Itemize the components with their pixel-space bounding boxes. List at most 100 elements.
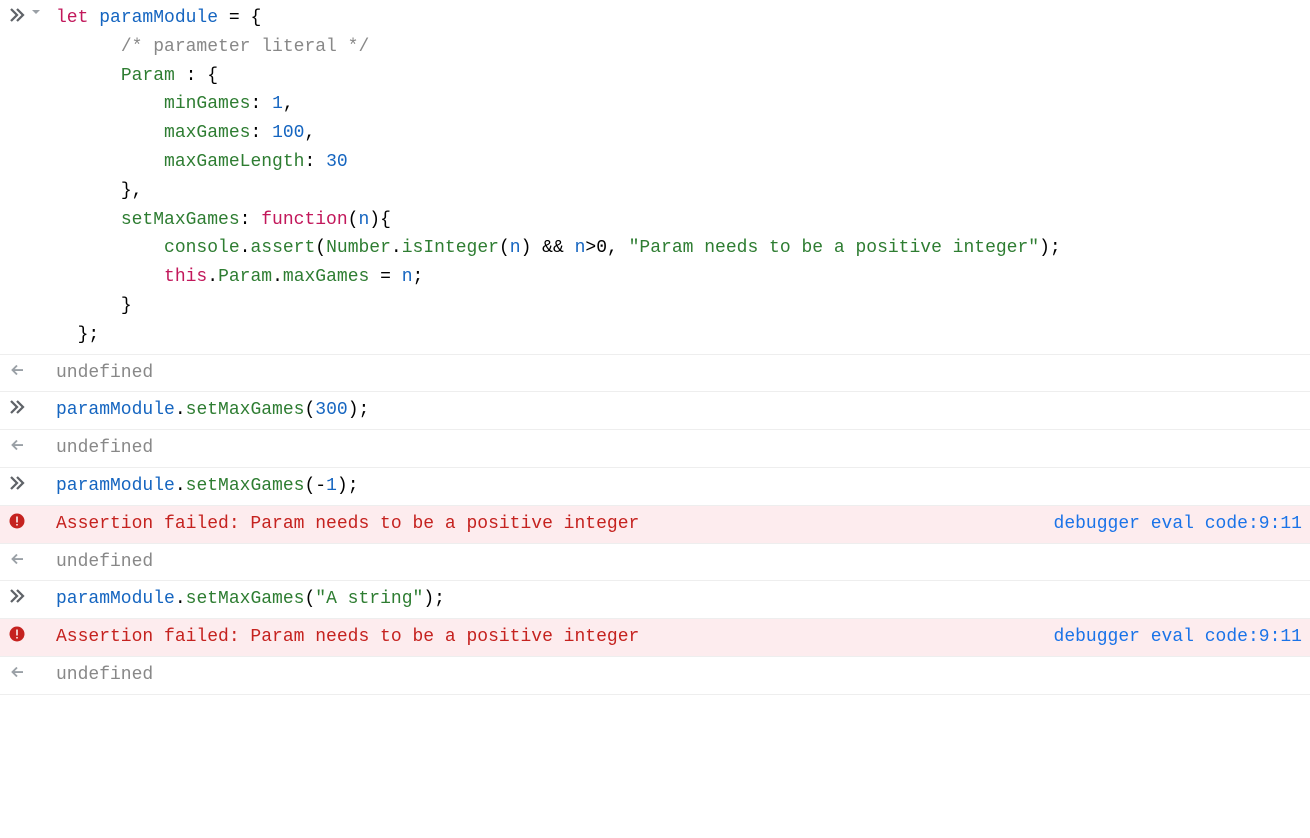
punct: : — [250, 94, 272, 114]
code-input[interactable]: let paramModule = { /* parameter literal… — [56, 4, 1302, 350]
keyword-this: this — [164, 267, 207, 287]
gutter — [8, 472, 56, 492]
console-input-row[interactable]: paramModule.setMaxGames("A string"); — [0, 581, 1310, 619]
console-input-row[interactable]: let paramModule = { /* parameter literal… — [0, 0, 1310, 355]
punct: ); — [348, 400, 370, 420]
punct: }, — [121, 181, 143, 201]
num-30: 30 — [326, 152, 348, 172]
punct: ( — [315, 238, 326, 258]
collapse-toggle-icon[interactable] — [30, 6, 42, 18]
prop-maxGameLength: maxGameLength — [164, 152, 304, 172]
console-input-row[interactable]: paramModule.setMaxGames(-1); — [0, 468, 1310, 506]
error-message: Assertion failed: Param needs to be a po… — [56, 623, 1038, 652]
punct: ( — [499, 238, 510, 258]
punct: . — [175, 476, 186, 496]
prop-param: Param — [218, 267, 272, 287]
return-arrow-icon — [8, 550, 26, 568]
var-n: n — [402, 267, 413, 287]
var-n: n — [575, 238, 586, 258]
punct: ); — [423, 589, 445, 609]
method-setMaxGames: setMaxGames — [186, 476, 305, 496]
input-prompt-icon — [8, 587, 26, 605]
gutter — [8, 623, 56, 643]
method-setMaxGames: setMaxGames — [186, 400, 305, 420]
type-number: Number — [326, 238, 391, 258]
punct: . — [207, 267, 218, 287]
return-arrow-icon — [8, 361, 26, 379]
punct: , — [304, 123, 315, 143]
source-link[interactable]: debugger eval code:9:11 — [1038, 510, 1302, 539]
code-input[interactable]: paramModule.setMaxGames(-1); — [56, 472, 1302, 501]
prop-param: Param — [121, 66, 175, 86]
return-arrow-icon — [8, 663, 26, 681]
source-link[interactable]: debugger eval code:9:11 — [1038, 623, 1302, 652]
source-file: debugger eval code — [1054, 627, 1248, 647]
op-gt0: >0 — [585, 238, 607, 258]
num-100: 100 — [272, 123, 304, 143]
num-arg: 300 — [315, 400, 347, 420]
method-isInteger: isInteger — [402, 238, 499, 258]
gutter — [8, 359, 56, 379]
obj-console: console — [164, 238, 240, 258]
source-loc: 9:11 — [1259, 514, 1302, 534]
punct: ){ — [369, 210, 391, 230]
string-literal: "Param needs to be a positive integer" — [629, 238, 1039, 258]
console-output-row: undefined — [0, 657, 1310, 695]
gutter — [8, 4, 56, 24]
str-arg: "A string" — [315, 589, 423, 609]
keyword-let: let — [56, 8, 88, 28]
punct: ( — [348, 210, 359, 230]
prop-minGames: minGames — [164, 94, 250, 114]
gutter — [8, 585, 56, 605]
punct: , — [607, 238, 629, 258]
prop-maxGames: maxGames — [164, 123, 250, 143]
punct: ( — [304, 400, 315, 420]
param-n: n — [358, 210, 369, 230]
var-n: n — [510, 238, 521, 258]
punct: : { — [175, 66, 218, 86]
punct: ( — [304, 476, 315, 496]
var-paramModule: paramModule — [56, 400, 175, 420]
console-output-row: undefined — [0, 544, 1310, 582]
input-prompt-icon — [8, 474, 26, 492]
console-panel: let paramModule = { /* parameter literal… — [0, 0, 1310, 695]
output-value: undefined — [56, 359, 1302, 388]
op-assign: = — [369, 267, 401, 287]
punct: , — [283, 94, 294, 114]
console-output-row: undefined — [0, 355, 1310, 393]
punct: . — [175, 400, 186, 420]
method-setMaxGames: setMaxGames — [186, 589, 305, 609]
gutter — [8, 510, 56, 530]
punct: ); — [1039, 238, 1061, 258]
punct: : — [240, 210, 262, 230]
punct: : — [304, 152, 326, 172]
error-message: Assertion failed: Param needs to be a po… — [56, 510, 1038, 539]
console-output-row: undefined — [0, 430, 1310, 468]
num-1: 1 — [272, 94, 283, 114]
console-input-row[interactable]: paramModule.setMaxGames(300); — [0, 392, 1310, 430]
console-error-row: Assertion failed: Param needs to be a po… — [0, 619, 1310, 657]
punct: . — [175, 589, 186, 609]
error-icon — [8, 625, 26, 643]
punct: ); — [337, 476, 359, 496]
var-paramModule: paramModule — [56, 476, 175, 496]
num-arg: 1 — [326, 476, 337, 496]
output-value: undefined — [56, 548, 1302, 577]
method-assert: assert — [250, 238, 315, 258]
punct: = { — [218, 8, 261, 28]
neg-sign: - — [315, 476, 326, 496]
punct: : — [250, 123, 272, 143]
source-loc: 9:11 — [1259, 627, 1302, 647]
punct: ( — [304, 589, 315, 609]
punct: ) — [521, 238, 532, 258]
console-error-row: Assertion failed: Param needs to be a po… — [0, 506, 1310, 544]
input-prompt-icon — [8, 398, 26, 416]
punct: }; — [78, 325, 100, 345]
return-arrow-icon — [8, 436, 26, 454]
punct: ; — [413, 267, 424, 287]
code-input[interactable]: paramModule.setMaxGames(300); — [56, 396, 1302, 425]
output-value: undefined — [56, 434, 1302, 463]
gutter — [8, 548, 56, 568]
code-input[interactable]: paramModule.setMaxGames("A string"); — [56, 585, 1302, 614]
punct: . — [272, 267, 283, 287]
